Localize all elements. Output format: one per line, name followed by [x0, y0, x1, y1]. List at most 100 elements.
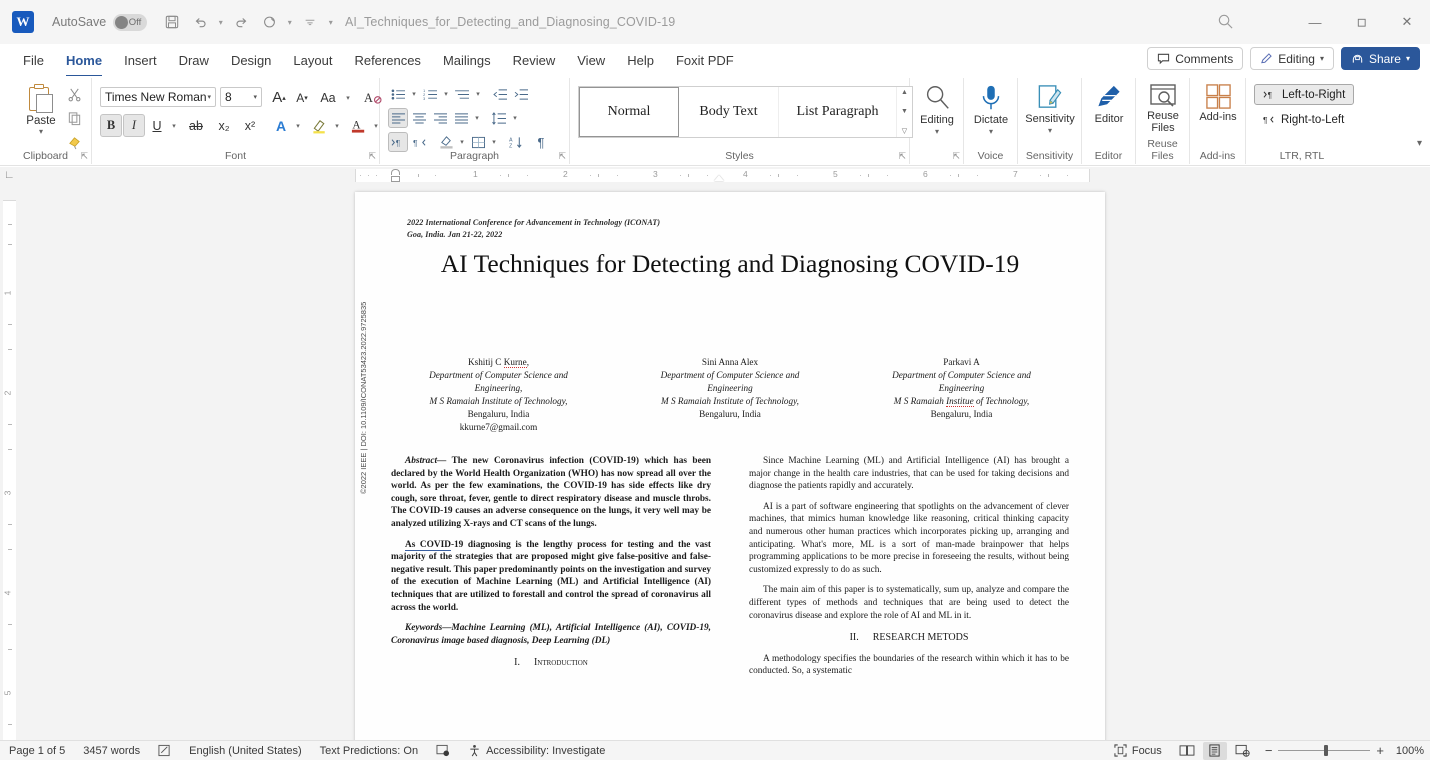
- reuse-files-button[interactable]: Reuse Files: [1136, 83, 1190, 134]
- font-dialog-launcher[interactable]: ⇱: [368, 151, 376, 162]
- chevron-down-icon[interactable]: ▾: [1320, 54, 1324, 63]
- page-indicator[interactable]: Page 1 of 5: [0, 745, 74, 757]
- bullets-icon[interactable]: [388, 84, 408, 104]
- font-name-input[interactable]: Times New Roman ▾: [100, 87, 216, 107]
- tab-home[interactable]: Home: [55, 49, 113, 77]
- tab-view[interactable]: View: [566, 49, 616, 72]
- text-predictions-indicator[interactable]: Text Predictions: On: [311, 745, 427, 757]
- cut-icon[interactable]: [60, 82, 88, 106]
- add-ins-button[interactable]: Add-ins: [1191, 83, 1245, 123]
- styles-more-icon[interactable]: ▽: [902, 127, 907, 135]
- shading-icon[interactable]: [436, 132, 456, 152]
- multilevel-list-icon[interactable]: [452, 84, 472, 104]
- italic-button[interactable]: I: [123, 114, 145, 137]
- grow-font-icon[interactable]: A ▴: [268, 86, 290, 109]
- document-canvas[interactable]: ©2022 IEEE | DOI: 10.1109/ICONAT53423.20…: [19, 184, 1430, 740]
- document-page[interactable]: ©2022 IEEE | DOI: 10.1109/ICONAT53423.20…: [355, 192, 1105, 740]
- text-highlight-icon[interactable]: [309, 114, 331, 137]
- customize-qat-icon[interactable]: [297, 9, 323, 35]
- proofing-errors-icon[interactable]: [149, 744, 180, 757]
- tab-draw[interactable]: Draw: [168, 49, 220, 72]
- font-size-chevron-icon[interactable]: ▾: [253, 93, 257, 101]
- qat-more-caret-icon[interactable]: ▾: [325, 18, 336, 27]
- paste-chevron-icon[interactable]: ▾: [39, 127, 43, 136]
- close-button[interactable]: ✕: [1384, 0, 1430, 44]
- text-effects-chevron-icon[interactable]: ▾: [293, 122, 303, 130]
- shading-chevron-icon[interactable]: ▾: [457, 138, 467, 146]
- text-effects-icon[interactable]: A: [270, 114, 292, 137]
- borders-icon[interactable]: [468, 132, 488, 152]
- autosave-toggle[interactable]: AutoSave Off: [52, 13, 148, 31]
- share-chevron-icon[interactable]: ▾: [1406, 54, 1410, 63]
- subscript-button[interactable]: x₂: [213, 114, 235, 137]
- tab-review[interactable]: Review: [502, 49, 567, 72]
- superscript-button[interactable]: x²: [239, 114, 261, 137]
- font-size-input[interactable]: 8 ▾: [220, 87, 262, 107]
- style-normal[interactable]: Normal: [579, 87, 679, 137]
- print-layout-icon[interactable]: [1202, 741, 1227, 760]
- language-indicator[interactable]: English (United States): [180, 745, 311, 757]
- editing-button[interactable]: Editing ▾: [910, 83, 964, 136]
- undo-caret-icon[interactable]: ▾: [215, 18, 226, 27]
- tab-foxit-pdf[interactable]: Foxit PDF: [665, 49, 745, 72]
- read-mode-icon[interactable]: [1175, 742, 1199, 760]
- word-count[interactable]: 3457 words: [74, 745, 149, 757]
- borders-chevron-icon[interactable]: ▾: [489, 138, 499, 146]
- tab-stop-selector-icon[interactable]: ∟: [4, 169, 15, 181]
- show-formatting-marks-icon[interactable]: ¶: [531, 132, 551, 152]
- bold-button[interactable]: B: [100, 114, 122, 137]
- align-right-icon[interactable]: [430, 108, 450, 128]
- left-to-right-button[interactable]: ¶ Left-to-Right: [1254, 84, 1355, 105]
- dictate-button[interactable]: Dictate ▾: [964, 83, 1018, 136]
- zoom-thumb[interactable]: [1324, 745, 1329, 756]
- zoom-track[interactable]: [1278, 745, 1371, 756]
- editing-chevron-icon[interactable]: ▾: [935, 127, 939, 136]
- document-title[interactable]: AI_Techniques_for_Detecting_and_Diagnosi…: [345, 0, 675, 44]
- touch-caret-icon[interactable]: ▾: [284, 18, 295, 27]
- tab-help[interactable]: Help: [616, 49, 665, 72]
- comments-button[interactable]: Comments: [1147, 47, 1244, 70]
- numbering-chevron-icon[interactable]: ▾: [441, 90, 451, 98]
- tab-design[interactable]: Design: [220, 49, 282, 72]
- first-line-indent-marker[interactable]: [391, 169, 400, 175]
- bullets-chevron-icon[interactable]: ▾: [409, 90, 419, 98]
- paragraph-dialog-launcher[interactable]: ⇱: [558, 151, 566, 162]
- accessibility-indicator[interactable]: Accessibility: Investigate: [459, 744, 614, 757]
- styles-scroll-up-icon[interactable]: ▲: [901, 89, 908, 96]
- search-icon[interactable]: [1217, 13, 1235, 31]
- zoom-slider[interactable]: − +: [1265, 743, 1384, 758]
- sensitivity-button[interactable]: Sensitivity ▾: [1023, 83, 1077, 135]
- editing-dialog-launcher[interactable]: ⇱: [952, 151, 960, 162]
- tab-file[interactable]: File: [12, 49, 55, 72]
- save-icon[interactable]: [159, 9, 185, 35]
- style-list-paragraph[interactable]: List Paragraph: [779, 87, 897, 137]
- highlight-chevron-icon[interactable]: ▾: [332, 122, 342, 130]
- font-name-chevron-icon[interactable]: ▾: [207, 93, 211, 101]
- justify-icon[interactable]: [451, 108, 471, 128]
- sort-icon[interactable]: AZ: [506, 132, 526, 152]
- vertical-ruler[interactable]: 1 2 3 4 5: [0, 184, 19, 740]
- maximize-button[interactable]: [1338, 0, 1384, 44]
- numbering-icon[interactable]: 123: [420, 84, 440, 104]
- align-left-icon[interactable]: [388, 108, 408, 128]
- editing-mode-button[interactable]: Editing ▾: [1250, 47, 1334, 70]
- dictate-chevron-icon[interactable]: ▾: [989, 127, 993, 136]
- focus-button[interactable]: Focus: [1105, 744, 1171, 757]
- increase-indent-icon[interactable]: [511, 84, 531, 104]
- tab-references[interactable]: References: [343, 49, 431, 72]
- right-indent-marker[interactable]: [714, 175, 724, 181]
- right-to-left-button[interactable]: ¶ Right-to-Left: [1254, 109, 1352, 130]
- font-color-icon[interactable]: A: [348, 114, 370, 137]
- web-layout-icon[interactable]: [1231, 742, 1255, 760]
- copy-icon[interactable]: [60, 106, 88, 130]
- left-column[interactable]: Abstract— The new Coronavirus infection …: [391, 455, 711, 686]
- touch-mode-icon[interactable]: [256, 9, 282, 35]
- clipboard-dialog-launcher[interactable]: ⇱: [80, 151, 88, 162]
- horizontal-ruler[interactable]: 1 2 3 4 5 6 7: [0, 167, 1430, 184]
- minimize-button[interactable]: —: [1292, 0, 1338, 44]
- tab-layout[interactable]: Layout: [282, 49, 343, 72]
- styles-scroll-down-icon[interactable]: ▼: [901, 108, 908, 115]
- align-center-icon[interactable]: [409, 108, 429, 128]
- zoom-in-button[interactable]: +: [1376, 743, 1384, 758]
- styles-dialog-launcher[interactable]: ⇱: [898, 151, 906, 162]
